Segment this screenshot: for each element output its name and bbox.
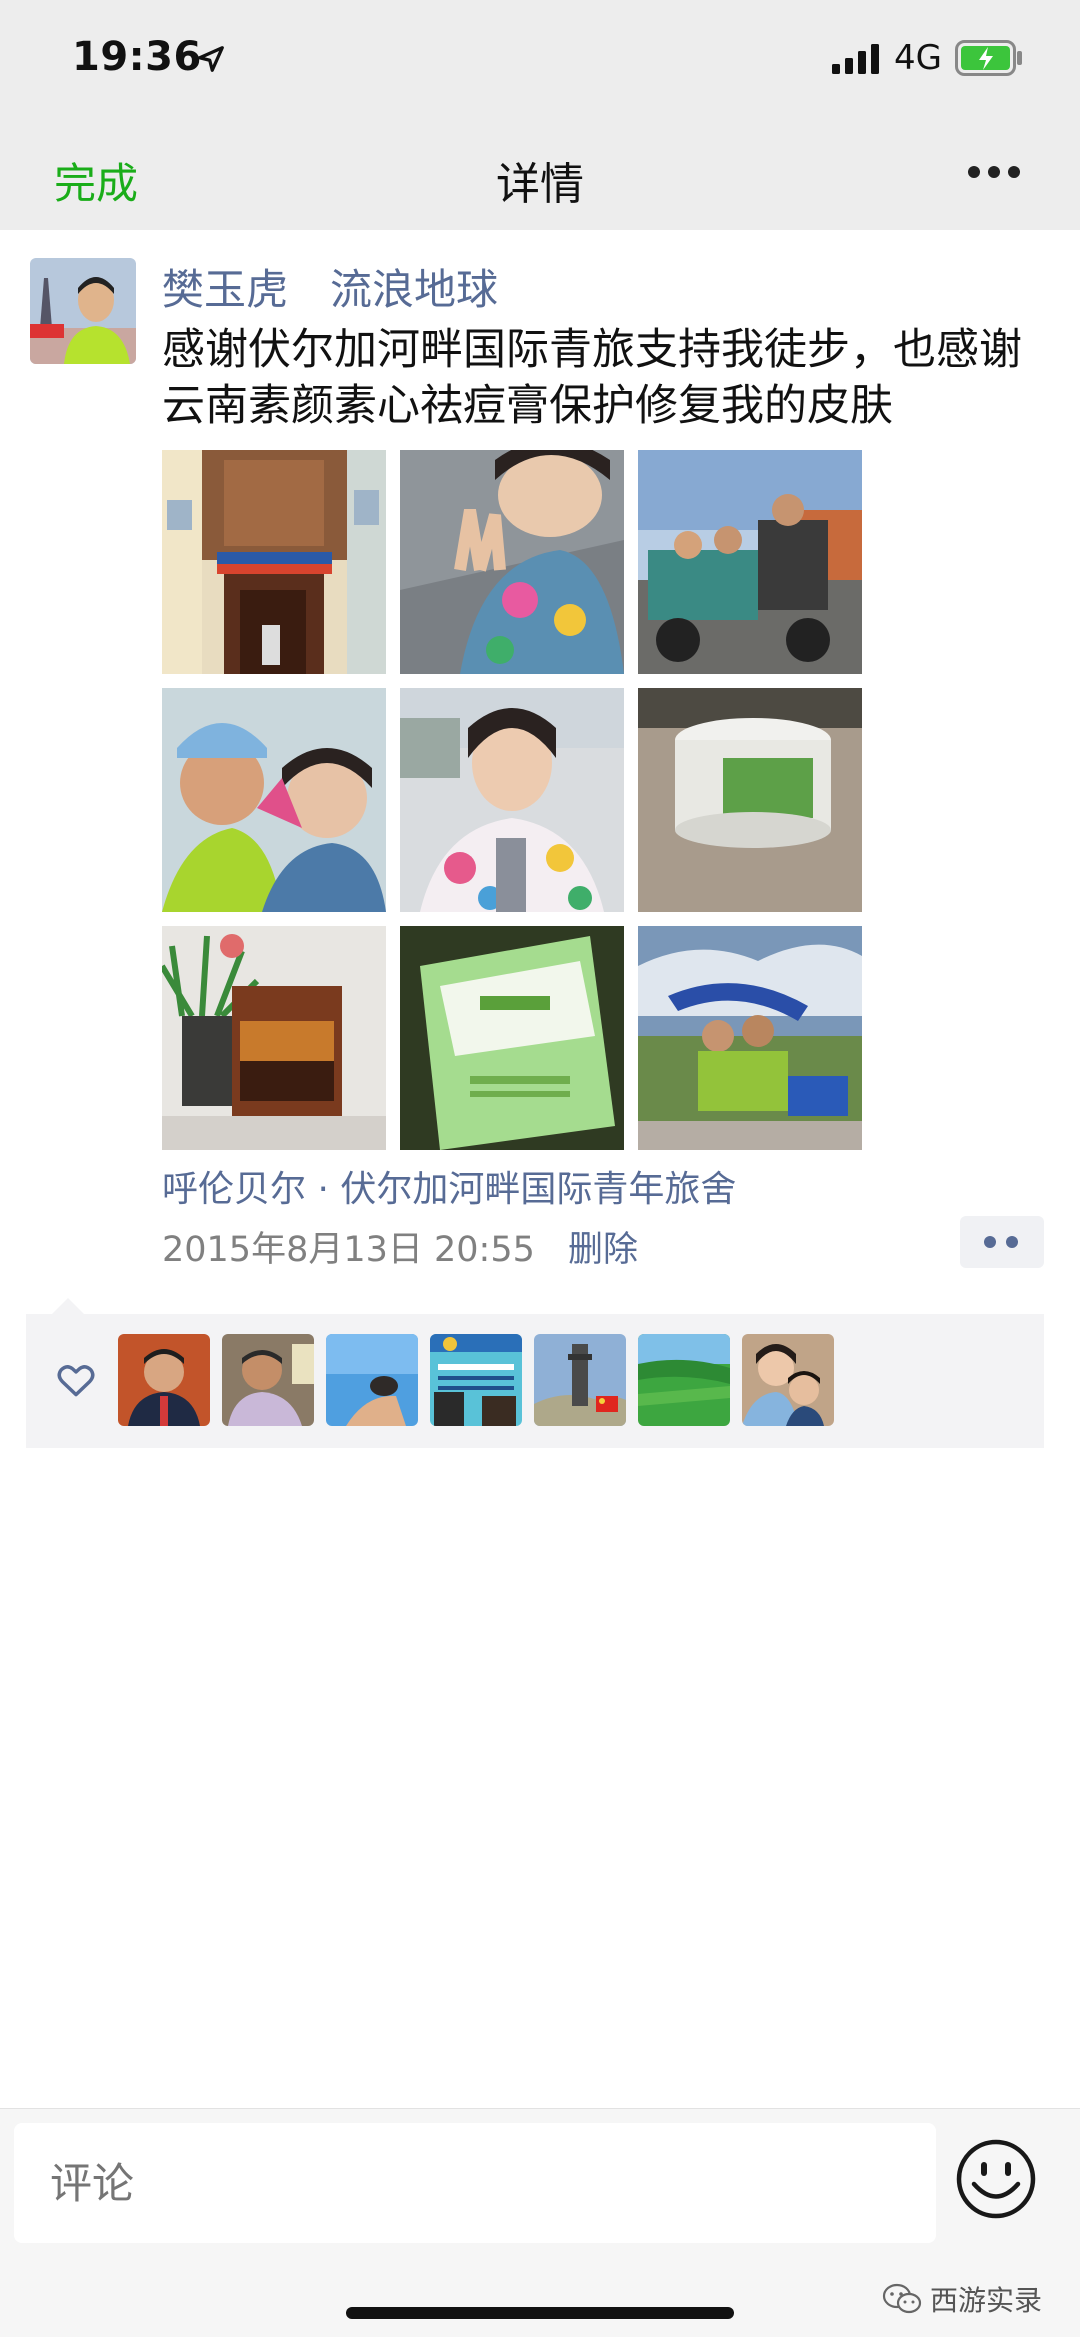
emoji-icon[interactable]	[954, 2137, 1038, 2221]
page-title: 详情	[496, 159, 584, 210]
photo-woman-road[interactable]	[400, 688, 624, 912]
photo-grid	[162, 450, 862, 1150]
liker-avatar[interactable]	[742, 1334, 834, 1426]
top-bar: 19:36 4G 完成 详情	[0, 0, 1080, 230]
heart-icon	[57, 1365, 95, 1397]
wechat-icon	[882, 2283, 922, 2314]
signal-icon	[832, 44, 879, 74]
liker-avatar[interactable]	[534, 1334, 626, 1426]
avatar[interactable]	[30, 258, 136, 364]
liker-avatar[interactable]	[638, 1334, 730, 1426]
comment-input[interactable]	[14, 2123, 936, 2243]
more-icon[interactable]	[968, 166, 1020, 180]
photo-product-box[interactable]	[400, 926, 624, 1150]
delete-button[interactable]: 删除	[568, 1221, 638, 1272]
photo-hostel-entrance[interactable]	[162, 450, 386, 674]
liker-avatar[interactable]	[326, 1334, 418, 1426]
battery-icon	[955, 40, 1022, 76]
network-type: 4G	[894, 38, 942, 78]
status-time: 19:36	[72, 34, 202, 80]
watermark-text: 西游实录	[930, 2284, 1043, 2317]
post-time: 2015年8月13日 20:55	[162, 1230, 535, 1270]
liker-avatar[interactable]	[430, 1334, 522, 1426]
author-name[interactable]: 樊玉虎 流浪地球	[162, 256, 498, 317]
photo-couple-selfie[interactable]	[162, 688, 386, 912]
photo-cream-jar[interactable]	[638, 688, 862, 912]
comment-bar: 西游实录	[0, 2108, 1080, 2337]
liker-avatar[interactable]	[118, 1334, 210, 1426]
liker-avatar[interactable]	[222, 1334, 314, 1426]
watermark: 西游实录	[882, 2279, 1042, 2319]
photo-tricycle-ride[interactable]	[638, 450, 862, 674]
photo-plant-box[interactable]	[162, 926, 386, 1150]
photo-selfie-peace[interactable]	[400, 450, 624, 674]
home-indicator[interactable]	[346, 2307, 734, 2319]
likes-panel	[26, 1314, 1044, 1448]
photo-grassland-rest[interactable]	[638, 926, 862, 1150]
post-text: 感谢伏尔加河畔国际青旅支持我徒步，也感谢云南素颜素心祛痘膏保护修复我的皮肤	[162, 325, 1022, 431]
comment-action-button[interactable]	[960, 1216, 1044, 1268]
post-location[interactable]: 呼伦贝尔 · 伏尔加河畔国际青年旅舍	[162, 1160, 736, 1212]
location-arrow-icon	[198, 46, 224, 72]
